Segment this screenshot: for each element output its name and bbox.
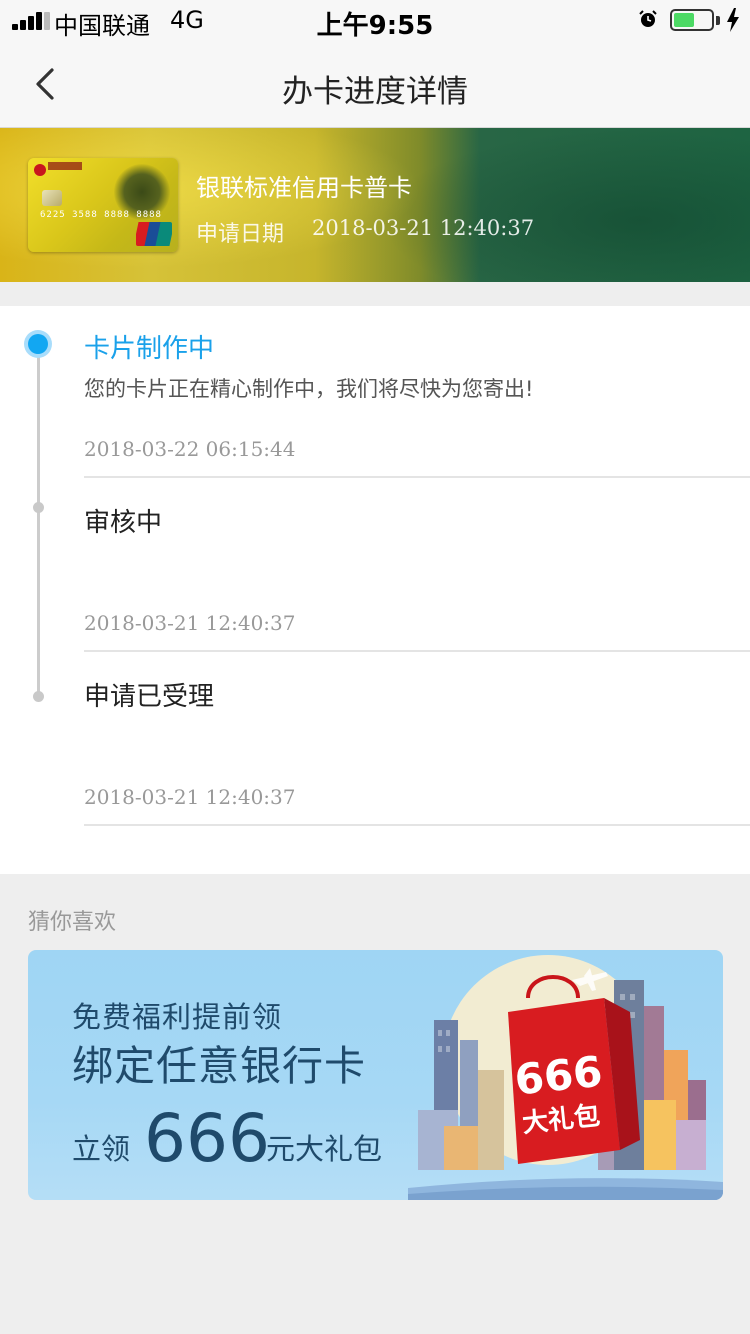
bank-logo-icon <box>34 164 46 176</box>
card-chip-icon <box>42 190 62 206</box>
section-title: 猜你喜欢 <box>28 910 117 935</box>
timeline-dot <box>33 691 44 702</box>
timeline-line <box>37 344 40 698</box>
promo-suffix: 元大礼包 <box>266 1132 383 1166</box>
promo-prefix: 立领 <box>72 1132 131 1166</box>
promo-banner[interactable]: 免费福利提前领 绑定任意银行卡 立领 666 元大礼包 666 大礼包 <box>28 950 723 1200</box>
card-name: 银联标准信用卡普卡 <box>196 174 412 202</box>
step-time: 2018-03-21 12:40:37 <box>84 611 296 635</box>
gift-bag-city-illustration: 666 大礼包 <box>408 955 723 1200</box>
card-image-number: 6225 3588 8888 8888 <box>40 210 162 220</box>
divider <box>84 476 750 478</box>
divider <box>84 650 750 652</box>
promo-amount: 666 <box>144 1100 270 1177</box>
battery-icon <box>670 9 714 31</box>
step-desc: 您的卡片正在精心制作中，我们将尽快为您寄出! <box>84 377 534 401</box>
alarm-icon <box>639 10 657 27</box>
timeline-dot-active <box>24 330 52 358</box>
step-time: 2018-03-21 12:40:37 <box>84 785 296 809</box>
charging-icon <box>727 8 739 32</box>
page-title: 办卡进度详情 <box>282 74 468 110</box>
divider <box>84 824 750 826</box>
step-time: 2018-03-22 06:15:44 <box>84 437 296 461</box>
status-bar: 中国联通 4G 上午9:55 <box>0 0 750 42</box>
promo-line1: 免费福利提前领 <box>72 1000 283 1034</box>
progress-timeline: 卡片制作中 您的卡片正在精心制作中，我们将尽快为您寄出! 2018-03-22 … <box>0 306 750 874</box>
unionpay-logo-icon <box>136 222 172 246</box>
credit-card-image: 6225 3588 8888 8888 <box>28 158 178 252</box>
promo-line2: 绑定任意银行卡 <box>72 1042 366 1090</box>
bag-amount: 666 <box>512 1047 604 1105</box>
battery-tip <box>716 16 720 25</box>
apply-date-label: 申请日期 <box>196 222 285 247</box>
apply-date-value: 2018-03-21 12:40:37 <box>312 216 535 240</box>
step-title: 审核中 <box>84 508 163 538</box>
step-title: 卡片制作中 <box>84 334 215 364</box>
timeline-dot <box>33 502 44 513</box>
card-banner: 6225 3588 8888 8888 银联标准信用卡普卡 申请日期 2018-… <box>0 128 750 282</box>
step-title: 申请已受理 <box>84 682 215 712</box>
nav-bar: 办卡进度详情 <box>0 42 750 128</box>
